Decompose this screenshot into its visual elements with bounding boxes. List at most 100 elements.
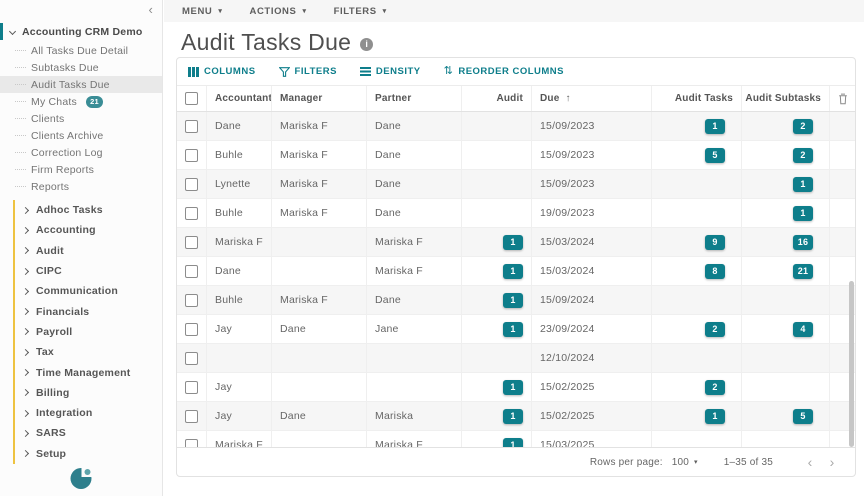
filters-dropdown[interactable]: FILTERS ▾	[334, 6, 387, 17]
count-badge[interactable]: 1	[503, 438, 523, 448]
next-page-button[interactable]: ›	[821, 454, 843, 470]
row-checkbox[interactable]	[185, 207, 198, 220]
cell-audit-subtasks	[742, 431, 830, 447]
count-badge[interactable]: 2	[705, 380, 725, 395]
sidebar-group-label: Time Management	[36, 367, 130, 379]
count-badge[interactable]: 5	[705, 148, 725, 163]
filters-button[interactable]: FILTERS	[279, 66, 337, 77]
pagination-range: 1–35 of 35	[724, 457, 773, 468]
actions-dropdown[interactable]: ACTIONS ▾	[250, 6, 307, 17]
sidebar-group[interactable]: Setup	[15, 444, 162, 464]
column-header-audit-subtasks[interactable]: Audit Subtasks	[742, 86, 830, 111]
column-header-partner[interactable]: Partner	[367, 86, 462, 111]
row-checkbox[interactable]	[185, 323, 198, 336]
sidebar-item[interactable]: Clients Archive	[0, 127, 162, 144]
count-badge[interactable]: 2	[705, 322, 725, 337]
info-icon[interactable]: i	[360, 38, 373, 51]
sidebar-root-group[interactable]: Accounting CRM Demo	[0, 23, 162, 40]
column-header-audit-tasks[interactable]: Audit Tasks	[652, 86, 742, 111]
count-badge[interactable]: 1	[793, 206, 813, 221]
sidebar-group[interactable]: Billing	[15, 383, 162, 403]
sidebar-item[interactable]: Audit Tasks Due	[0, 76, 162, 93]
cell-audit: 1	[462, 228, 532, 256]
cell-accountant: Dane	[207, 257, 272, 285]
sidebar-group[interactable]: Communication	[15, 281, 162, 301]
cell-partner: Dane	[367, 141, 462, 169]
top-menu-bar: MENU ▾ ACTIONS ▾ FILTERS ▾	[164, 0, 864, 22]
sidebar-item[interactable]: Firm Reports	[0, 161, 162, 178]
vertical-scrollbar-thumb[interactable]	[849, 281, 854, 447]
sidebar-group[interactable]: CIPC	[15, 261, 162, 281]
count-badge[interactable]: 16	[793, 235, 813, 250]
sidebar-group[interactable]: Time Management	[15, 362, 162, 382]
cell-audit-tasks: 2	[652, 315, 742, 343]
column-header-audit[interactable]: Audit	[462, 86, 532, 111]
count-badge[interactable]: 1	[705, 119, 725, 134]
chevron-right-icon	[22, 247, 29, 254]
previous-page-button[interactable]: ‹	[799, 454, 821, 470]
row-checkbox[interactable]	[185, 178, 198, 191]
caret-down-icon: ▾	[694, 459, 698, 466]
density-button[interactable]: DENSITY	[360, 66, 421, 77]
columns-button[interactable]: COLUMNS	[188, 66, 256, 77]
sidebar-group[interactable]: Integration	[15, 403, 162, 423]
count-badge[interactable]: 1	[793, 177, 813, 192]
cell-actions	[830, 112, 855, 140]
row-checkbox[interactable]	[185, 294, 198, 307]
app-logo	[71, 468, 92, 489]
count-badge[interactable]: 1	[503, 409, 523, 424]
collapse-sidebar-icon[interactable]: ‹	[148, 3, 153, 17]
cell-manager: Dane	[272, 315, 367, 343]
cell-due: 15/02/2025	[532, 373, 652, 401]
sidebar-group[interactable]: SARS	[15, 423, 162, 443]
sidebar-item[interactable]: My Chats 21	[0, 93, 162, 110]
sidebar-item[interactable]: Correction Log	[0, 144, 162, 161]
count-badge[interactable]: 1	[503, 235, 523, 250]
cell-accountant: Buhle	[207, 286, 272, 314]
row-checkbox[interactable]	[185, 352, 198, 365]
count-badge[interactable]: 21	[793, 264, 813, 279]
sidebar-group[interactable]: Accounting	[15, 220, 162, 240]
reorder-columns-button[interactable]: ⇅ REORDER COLUMNS	[444, 66, 564, 77]
sidebar-item[interactable]: Subtasks Due	[0, 59, 162, 76]
count-badge[interactable]: 2	[793, 148, 813, 163]
column-header-accountant[interactable]: Accountant	[207, 86, 272, 111]
sidebar-item-label: Clients	[31, 113, 65, 125]
count-badge[interactable]: 1	[503, 264, 523, 279]
row-checkbox[interactable]	[185, 120, 198, 133]
sidebar-group[interactable]: Adhoc Tasks	[15, 200, 162, 220]
column-header-due[interactable]: Due ↑	[532, 86, 652, 111]
row-checkbox[interactable]	[185, 149, 198, 162]
cell-audit-subtasks: 2	[742, 112, 830, 140]
count-badge[interactable]: 8	[705, 264, 725, 279]
sidebar-group[interactable]: Payroll	[15, 322, 162, 342]
row-checkbox[interactable]	[185, 410, 198, 423]
count-badge[interactable]: 1	[503, 322, 523, 337]
sidebar-group[interactable]: Financials	[15, 301, 162, 321]
sidebar-item[interactable]: Reports	[0, 178, 162, 195]
sidebar-item[interactable]: Clients	[0, 110, 162, 127]
count-badge[interactable]: 9	[705, 235, 725, 250]
table-row: 12/10/2024	[177, 344, 855, 373]
cell-audit-subtasks	[742, 286, 830, 314]
row-checkbox[interactable]	[185, 236, 198, 249]
menu-dropdown[interactable]: MENU ▾	[182, 6, 223, 17]
select-all-checkbox[interactable]	[185, 92, 198, 105]
row-checkbox[interactable]	[185, 265, 198, 278]
count-badge[interactable]: 4	[793, 322, 813, 337]
count-badge[interactable]: 2	[793, 119, 813, 134]
count-badge[interactable]: 1	[705, 409, 725, 424]
count-badge[interactable]: 1	[503, 380, 523, 395]
count-badge[interactable]: 5	[793, 409, 813, 424]
sidebar-group[interactable]: Audit	[15, 241, 162, 261]
sidebar-item[interactable]: All Tasks Due Detail	[0, 42, 162, 59]
row-checkbox[interactable]	[185, 439, 198, 448]
row-checkbox[interactable]	[185, 381, 198, 394]
rows-per-page-select[interactable]: 100 ▾	[672, 457, 698, 468]
column-header-actions[interactable]	[830, 86, 855, 111]
cell-audit-subtasks	[742, 373, 830, 401]
density-icon	[360, 67, 371, 76]
sidebar-group[interactable]: Tax	[15, 342, 162, 362]
count-badge[interactable]: 1	[503, 293, 523, 308]
column-header-manager[interactable]: Manager	[272, 86, 367, 111]
